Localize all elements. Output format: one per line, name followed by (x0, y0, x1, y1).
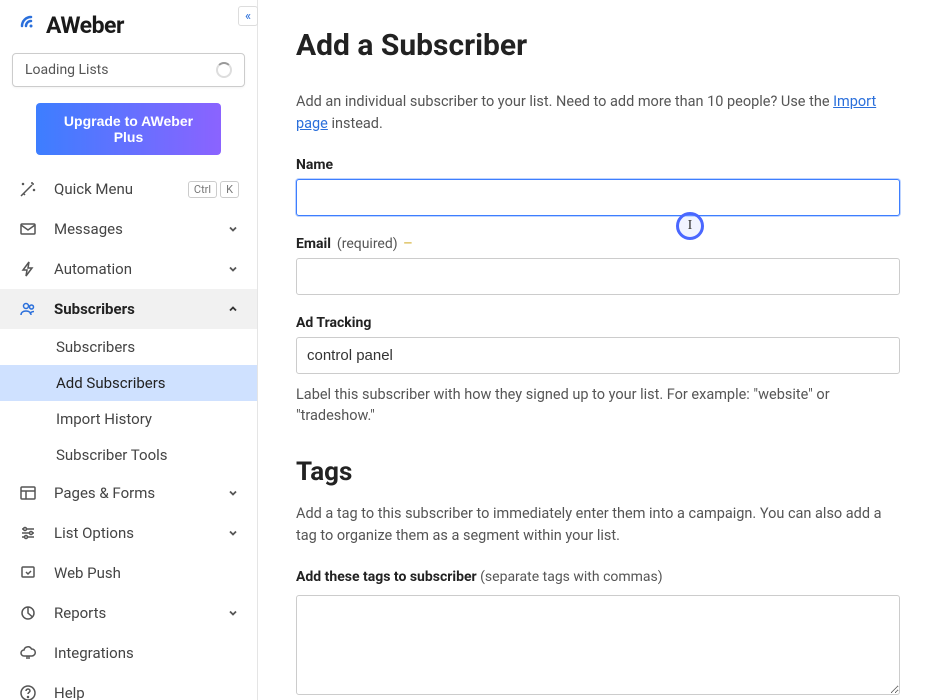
subscribers-submenu: Subscribers Add Subscribers Import Histo… (0, 329, 257, 473)
list-selector-label: Loading Lists (25, 62, 108, 78)
sidebar-item-integrations[interactable]: Integrations (0, 633, 257, 673)
chevron-down-icon (227, 263, 239, 275)
kbd-ctrl: Ctrl (188, 181, 217, 198)
tags-input[interactable] (296, 595, 900, 695)
help-icon (18, 683, 38, 700)
chevron-double-left-icon: « (245, 9, 251, 24)
sidebar-item-label: Messages (54, 220, 227, 238)
subnav-subscribers[interactable]: Subscribers (0, 329, 257, 365)
sidebar-item-label: List Options (54, 524, 227, 542)
collapse-sidebar-button[interactable]: « (238, 6, 258, 26)
sidebar-item-label: Quick Menu (54, 180, 188, 198)
sidebar-item-label: Pages & Forms (54, 484, 227, 502)
email-label: Email (required) — (296, 236, 900, 252)
sidebar-item-label: Integrations (54, 644, 239, 662)
lightning-icon (18, 259, 38, 279)
sidebar: « AWeber Loading Lists Upgrade to AWeber… (0, 0, 258, 700)
ad-tracking-field: Ad Tracking Label this subscriber with h… (296, 315, 900, 428)
ad-tracking-help: Label this subscriber with how they sign… (296, 384, 900, 428)
warning-dash-icon: — (404, 237, 412, 250)
people-icon (18, 299, 38, 319)
aweber-logo-icon (18, 13, 44, 39)
sidebar-item-subscribers[interactable]: Subscribers (0, 289, 257, 329)
ad-tracking-input[interactable] (296, 337, 900, 374)
email-input[interactable] (296, 258, 900, 295)
page-title: Add a Subscriber (296, 28, 900, 63)
subnav-import-history[interactable]: Import History (0, 401, 257, 437)
sidebar-item-reports[interactable]: Reports (0, 593, 257, 633)
chevron-down-icon (227, 223, 239, 235)
sidebar-item-pages-forms[interactable]: Pages & Forms (0, 473, 257, 513)
sidebar-nav: Quick Menu Ctrl K Messages Au (0, 169, 257, 700)
wand-icon (18, 179, 38, 199)
sidebar-item-quick-menu[interactable]: Quick Menu Ctrl K (0, 169, 257, 209)
sidebar-item-automation[interactable]: Automation (0, 249, 257, 289)
sidebar-item-label: Subscribers (54, 300, 227, 318)
sidebar-item-list-options[interactable]: List Options (0, 513, 257, 553)
sidebar-item-web-push[interactable]: Web Push (0, 553, 257, 593)
cloud-icon (18, 643, 38, 663)
name-input[interactable] (296, 179, 900, 216)
name-field: Name (296, 157, 900, 216)
envelope-icon (18, 219, 38, 239)
list-selector-dropdown[interactable]: Loading Lists (12, 53, 245, 87)
chevron-down-icon (227, 607, 239, 619)
sidebar-item-label: Reports (54, 604, 227, 622)
tags-label: Add these tags to subscriber (separate t… (296, 569, 900, 585)
intro-text: Add an individual subscriber to your lis… (296, 91, 900, 135)
main-content: Add a Subscriber Add an individual subsc… (258, 0, 938, 700)
sidebar-item-messages[interactable]: Messages (0, 209, 257, 249)
loading-spinner-icon (216, 62, 232, 78)
sidebar-item-label: Help (54, 684, 239, 700)
ad-tracking-label: Ad Tracking (296, 315, 900, 331)
subnav-add-subscribers[interactable]: Add Subscribers (0, 365, 257, 401)
chevron-up-icon (227, 303, 239, 315)
pie-chart-icon (18, 603, 38, 623)
sidebar-item-label: Automation (54, 260, 227, 278)
upgrade-button[interactable]: Upgrade to AWeber Plus (36, 103, 221, 155)
chevron-down-icon (227, 487, 239, 499)
email-field: Email (required) — (296, 236, 900, 295)
chevron-down-icon (227, 527, 239, 539)
sliders-icon (18, 523, 38, 543)
sidebar-item-help[interactable]: Help (0, 673, 257, 700)
logo[interactable]: AWeber (0, 0, 257, 53)
name-label: Name (296, 157, 900, 173)
kbd-k: K (220, 181, 239, 198)
subnav-subscriber-tools[interactable]: Subscriber Tools (0, 437, 257, 473)
sidebar-item-label: Web Push (54, 564, 239, 582)
tags-title: Tags (296, 457, 900, 487)
tags-intro: Add a tag to this subscriber to immediat… (296, 503, 900, 547)
notification-icon (18, 563, 38, 583)
logo-text: AWeber (46, 12, 124, 39)
layout-icon (18, 483, 38, 503)
